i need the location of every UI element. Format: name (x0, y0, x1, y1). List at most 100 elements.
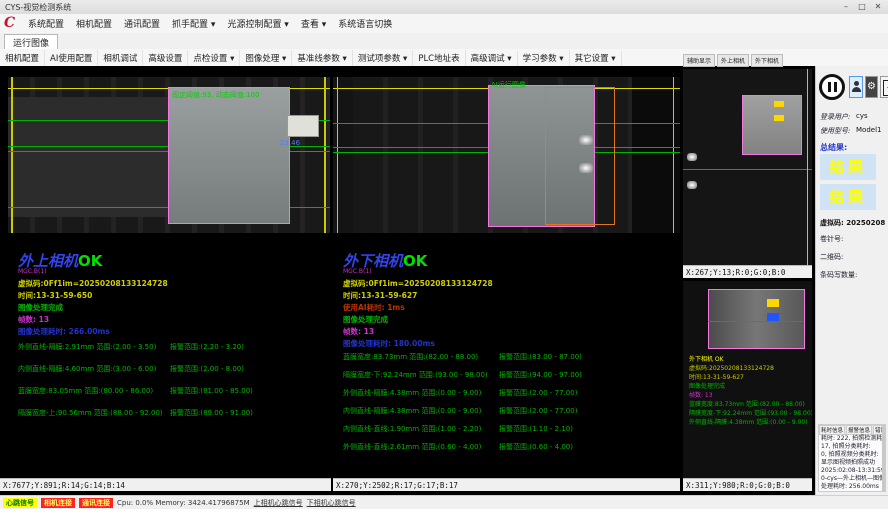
stats-scrollbar[interactable] (882, 425, 885, 491)
close-button[interactable]: ✕ (870, 1, 886, 12)
result-display-top: 结果 (820, 154, 876, 180)
settings-button[interactable]: ⚙ (865, 76, 878, 98)
exit-button[interactable]: → (880, 76, 888, 98)
stats-tab-timing[interactable]: 耗时信息 (819, 425, 845, 434)
menu-language-switch[interactable]: 系统语言切换 (332, 15, 398, 32)
right-bottom-green-line (708, 321, 803, 322)
left-sub-label: MGC.B(1) (18, 268, 47, 275)
left-frames: 帧数: 13 (18, 314, 49, 325)
right-bottom-mini-text: 外下相机 OK 虚拟码:20250208133124728 时间:13-31-5… (689, 355, 812, 427)
center-measurement: 外侧直线-隔膜:4.38mm 范围:(0.00 - 9.00) (343, 388, 481, 398)
tab-aux-display[interactable]: 辅助显示 (683, 54, 715, 67)
center-orange-roi (545, 87, 615, 225)
left-barcode: 虚拟码:0Ff1im=20250208133124728 (18, 278, 168, 289)
tool-advanced-debug[interactable]: 高级调试 ▾ (466, 50, 518, 66)
left-alarm: 报警范围:(2.00 - 8.00) (170, 364, 244, 374)
left-camera-status: OK (78, 252, 102, 270)
barcode-write-count-label: 条码写数量: (820, 270, 857, 280)
center-yellow-vline-right (673, 77, 674, 233)
app-window: CYS-视觉检测系统 – □ ✕ C 系统配置 相机配置 通讯配置 抓手配置 ▾… (0, 0, 888, 522)
left-product-roi (168, 87, 290, 224)
tool-spot-check[interactable]: 点检设置 ▾ (188, 50, 240, 66)
center-alarm: 报警范围:(2.00 - 77.00) (499, 388, 577, 398)
menu-gripper-config[interactable]: 抓手配置 ▾ (166, 15, 221, 32)
left-camera-image[interactable]: 固定阈值:93, 动态阈值:100 23.46 (8, 77, 330, 233)
center-alarm: 报警范围:(1.10 - 2.10) (499, 424, 573, 434)
center-camera-status: OK (403, 252, 427, 270)
left-measurement: 隔膜宽度-上:90.56mm 范围:(88.00 - 92.00) (18, 408, 163, 418)
menu-light-control[interactable]: 光源控制配置 ▾ (221, 15, 294, 32)
right-top-green-line (683, 169, 812, 170)
tab-upper-camera[interactable]: 外上相机 (717, 54, 749, 67)
right-top-yellow-mark-2 (774, 115, 784, 121)
center-ai-time: 使用AI耗时: 1ms (343, 302, 405, 313)
stats-tabs: 耗时信息 报警信息 错误信息 (819, 425, 885, 435)
tab-lower-camera[interactable]: 外下相机 (751, 54, 783, 67)
right-column-tabs: 辅助显示 外上相机 外下相机 (683, 54, 812, 67)
right-bottom-thumbnail[interactable]: 外下相机 OK 虚拟码:20250208133124728 时间:13-31-5… (683, 281, 812, 478)
menu-comm-config[interactable]: 通讯配置 (118, 15, 166, 32)
title-bar: CYS-视觉检测系统 – □ ✕ (0, 0, 888, 15)
result-display-bottom: 结果 (820, 184, 876, 210)
stats-line: 0, 拍照视频分类耗时: (819, 451, 885, 459)
tool-ai-usage-config[interactable]: AI使用配置 (45, 50, 98, 66)
center-coords-bar: X:270;Y:2502;R:17;G:17;B:17 (333, 478, 680, 491)
left-alarm: 报警范围:(81.00 - 85.00) (170, 386, 253, 396)
right-top-coords-bar: X:267;Y:13;R:0;G:0;B:0 (683, 265, 812, 278)
menu-camera-config[interactable]: 相机配置 (70, 15, 118, 32)
pin-number-label: 卷针号: (820, 234, 843, 244)
minimize-button[interactable]: – (838, 1, 854, 12)
menu-system-config[interactable]: 系统配置 (22, 15, 70, 32)
center-result-block: 外下相机OK MGC.B(1) 虚拟码:0Ff1im=2025020813312… (333, 240, 680, 476)
tool-other-settings[interactable]: 其它设置 ▾ (570, 50, 622, 66)
pause-button[interactable] (819, 74, 845, 100)
right-bottom-yellow-mark (767, 299, 779, 307)
center-yellow-vline-left (337, 77, 338, 233)
left-alarm: 报警范围:(2.20 - 3.20) (170, 342, 244, 352)
tool-camera-config[interactable]: 相机配置 (0, 50, 45, 66)
tool-test-params[interactable]: 测试项参数 ▾ (353, 50, 413, 66)
center-camera-image[interactable]: AI运行图像 (333, 77, 680, 233)
center-frames: 帧数: 13 (343, 326, 374, 337)
center-barcode: 虚拟码:0Ff1im=20250208133124728 (343, 278, 493, 289)
upper-camera-heartbeat-link[interactable]: 上相机心跳信号 (254, 498, 303, 508)
left-measurement: 内侧直线-隔膜:4.60mm 范围:(3.00 - 6.00) (18, 364, 156, 374)
left-image-zone (8, 97, 168, 217)
right-top-thumbnail[interactable] (683, 69, 812, 265)
maximize-button[interactable]: □ (854, 1, 870, 12)
right-top-yellow-vline (807, 69, 808, 265)
center-ai-overlay: AI运行图像 (491, 80, 526, 90)
stats-line: 显示图视频拍照成功 (819, 459, 885, 467)
app-logo-icon: C (4, 15, 15, 31)
tool-baseline-params[interactable]: 基准线参数 ▾ (292, 50, 352, 66)
right-top-glow-2 (687, 181, 697, 189)
left-alarm: 报警范围:(89.00 - 91.00) (170, 408, 253, 418)
tool-image-processing[interactable]: 图像处理 ▾ (240, 50, 292, 66)
stats-tab-alarm[interactable]: 报警信息 (846, 425, 872, 434)
window-title: CYS-视觉检测系统 (5, 2, 71, 13)
center-sub-label: MGC.B(1) (343, 268, 372, 275)
lower-camera-heartbeat-link[interactable]: 下相机心跳信号 (307, 498, 356, 508)
menu-view[interactable]: 查看 ▾ (295, 15, 332, 32)
tool-advanced-settings[interactable]: 高级设置 (143, 50, 188, 66)
left-connector-part (287, 115, 319, 137)
tool-camera-debug[interactable]: 相机调试 (98, 50, 143, 66)
tool-learning-params[interactable]: 学习参数 ▾ (518, 50, 570, 66)
stats-line: 耗时: 222, 拍照检测耗时: (819, 435, 885, 443)
pause-icon (834, 82, 837, 92)
right-bottom-blue-mark (767, 313, 779, 321)
heartbeat-status-badge: 心跳信号 (3, 498, 37, 508)
tool-plc-address[interactable]: PLC地址表 (413, 50, 465, 66)
user-button[interactable] (849, 76, 863, 98)
left-measurement: 外侧直线-隔膜:2.91mm 范围:(2.00 - 3.50) (18, 342, 156, 352)
center-measurement: 内侧直线-隔膜:4.38mm 范围:(0.00 - 9.00) (343, 406, 481, 416)
person-icon (854, 81, 859, 86)
stats-line: 2025:02:08-13:31:59:60 (819, 467, 885, 475)
center-measurement: 蓝膜宽度:83.73mm 范围:(82.00 - 88.00) (343, 352, 478, 362)
login-user-label: 登录用户: (820, 112, 850, 122)
status-bar: 心跳信号 相机连接 通讯连接 Cpu: 0.0% Memory: 3424.41… (0, 495, 888, 509)
sidebar: ⚙ → 登录用户: cys 使用型号: Model1 总结果: 结果 结果 虚拟… (815, 66, 888, 495)
stats-line: 0-cys—外上相机—图像 (819, 475, 885, 483)
qr-code-label: 二维码: (820, 252, 843, 262)
sidebar-barcode: 虚拟码: 20250208 (820, 218, 885, 228)
